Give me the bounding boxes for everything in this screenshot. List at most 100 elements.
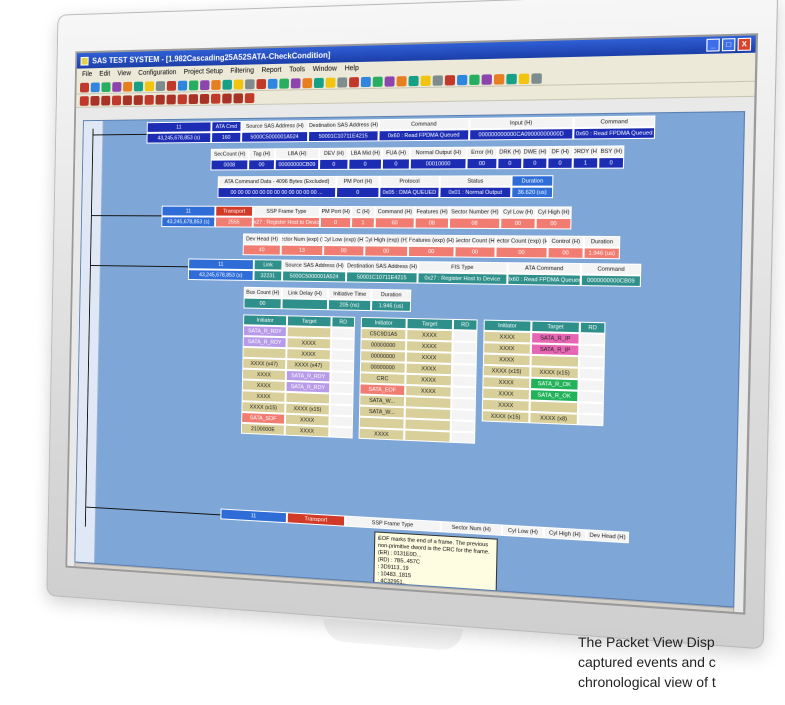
filter-button[interactable] bbox=[79, 95, 89, 106]
cell: Initiative Time bbox=[328, 288, 372, 300]
packet-view[interactable]: 11 ATA Cmd Source SAS Address (H) Destin… bbox=[74, 111, 746, 608]
toolbar-button[interactable] bbox=[222, 79, 233, 90]
toolbar-button[interactable] bbox=[506, 73, 517, 84]
cell bbox=[451, 397, 476, 410]
filter-button[interactable] bbox=[133, 94, 143, 105]
filter-button[interactable] bbox=[188, 93, 199, 104]
cell: Source SAS Address (H) bbox=[241, 120, 309, 132]
filter-button[interactable] bbox=[90, 95, 100, 106]
cell: 5000C5000001A524 bbox=[241, 131, 309, 143]
toolbar-button[interactable] bbox=[290, 77, 301, 88]
cell: Bus Count (H) bbox=[243, 286, 282, 299]
toolbar-button[interactable] bbox=[420, 75, 431, 86]
menu-project-setup[interactable]: Project Setup bbox=[184, 68, 223, 76]
cell: Source SAS Address (H) bbox=[282, 259, 347, 272]
menu-tools[interactable]: Tools bbox=[289, 66, 305, 73]
cell: RD bbox=[331, 316, 356, 328]
toolbar-button[interactable] bbox=[481, 73, 493, 85]
toolbar-button[interactable] bbox=[432, 74, 443, 86]
toolbar-button[interactable] bbox=[313, 77, 324, 88]
cell: 00010000 bbox=[409, 158, 467, 170]
cell bbox=[329, 426, 353, 439]
packet-row-register-values[interactable]: 40 13 00 00 00 00 00 00 1.946 (us) bbox=[242, 244, 621, 260]
filter-button[interactable] bbox=[111, 95, 122, 105]
cell: PM Port (H) bbox=[320, 205, 352, 218]
filter-button[interactable] bbox=[101, 95, 111, 106]
toolbar-button[interactable] bbox=[360, 76, 371, 87]
toolbar-button[interactable] bbox=[79, 82, 90, 92]
cell bbox=[330, 360, 355, 373]
toolbar-button[interactable] bbox=[408, 75, 419, 86]
toolbar-button[interactable] bbox=[349, 76, 360, 87]
packet-row-fields-values[interactable]: 0008 00 00000000CB09 0 0 0 00010000 00 0 0 0 1 0 bbox=[210, 157, 625, 171]
arrow-line bbox=[92, 133, 147, 136]
toolbar-button[interactable] bbox=[123, 81, 133, 92]
filter-button[interactable] bbox=[177, 93, 187, 104]
toolbar-button[interactable] bbox=[325, 77, 336, 88]
toolbar-button[interactable] bbox=[256, 78, 267, 89]
caption-line: captured events and c bbox=[578, 654, 716, 670]
filter-button[interactable] bbox=[144, 94, 154, 105]
filter-button[interactable] bbox=[166, 94, 176, 104]
toolbar-button[interactable] bbox=[337, 76, 348, 88]
packet-row-transport-values[interactable]: 43,245,678,853 (s) 2555 0x27 : Register Ho… bbox=[161, 216, 572, 230]
cell bbox=[451, 386, 477, 399]
toolbar-button[interactable] bbox=[155, 80, 166, 91]
toolbar-button[interactable] bbox=[469, 74, 480, 85]
cell: Duration bbox=[511, 175, 554, 187]
toolbar-button[interactable] bbox=[177, 80, 188, 91]
toolbar-button[interactable] bbox=[245, 78, 255, 89]
primitive-table[interactable]: Initiator Target RD C5C9D1A5 XXXX 00000000 XXX… bbox=[358, 316, 478, 444]
primitive-table[interactable]: Initiator Target RD SATA_R_RDY SATA_R_RDY XXX… bbox=[240, 314, 356, 439]
toolbar-button[interactable] bbox=[188, 79, 199, 90]
toolbar-button[interactable] bbox=[200, 79, 210, 90]
toolbar-button[interactable] bbox=[384, 75, 395, 87]
menu-window[interactable]: Window bbox=[313, 66, 337, 74]
toolbar-button[interactable] bbox=[518, 73, 530, 84]
close-button[interactable]: X bbox=[737, 37, 752, 51]
toolbar-button[interactable] bbox=[302, 77, 313, 88]
toolbar-button[interactable] bbox=[133, 81, 144, 91]
cell: Sector Number (H) bbox=[449, 206, 501, 218]
toolbar-button[interactable] bbox=[144, 80, 155, 91]
packet-row-data-values[interactable]: 00 00 00 00 00 00 00 00 00 00 00 00 ... … bbox=[217, 186, 554, 199]
menu-help[interactable]: Help bbox=[345, 65, 359, 72]
toolbar-button[interactable] bbox=[456, 74, 468, 85]
filter-button[interactable] bbox=[199, 93, 210, 104]
menu-report[interactable]: Report bbox=[261, 67, 281, 74]
toolbar-button[interactable] bbox=[101, 81, 111, 92]
caption-line: chronological view of t bbox=[578, 674, 716, 690]
toolbar-button[interactable] bbox=[279, 78, 290, 89]
toolbar-button[interactable] bbox=[90, 82, 100, 92]
menu-view[interactable]: View bbox=[117, 70, 131, 77]
cell bbox=[450, 431, 476, 444]
toolbar-button[interactable] bbox=[444, 74, 456, 86]
cell: BSY (H) bbox=[598, 145, 625, 158]
toolbar-button[interactable] bbox=[493, 73, 505, 85]
menu-file[interactable]: File bbox=[82, 71, 92, 78]
toolbar-button[interactable] bbox=[396, 75, 407, 86]
primitive-table[interactable]: Initiator Target RD XXXX SATA_R_IP XXXX SATA_R… bbox=[481, 319, 606, 427]
toolbar-button[interactable] bbox=[166, 80, 177, 91]
toolbar-button[interactable] bbox=[531, 72, 542, 84]
toolbar-button[interactable] bbox=[372, 76, 383, 87]
packet-row-data-header[interactable]: ATA Command Data - 4096 Bytes (Excluded)… bbox=[217, 175, 554, 188]
minimize-button[interactable]: _ bbox=[706, 38, 720, 52]
toolbar-button[interactable] bbox=[267, 78, 278, 89]
menu-edit[interactable]: Edit bbox=[99, 71, 110, 78]
toolbar-button[interactable] bbox=[211, 79, 221, 90]
filter-button[interactable] bbox=[233, 92, 244, 103]
cell: SSP Frame Type bbox=[344, 515, 441, 533]
menu-filtering[interactable]: Filtering bbox=[230, 67, 254, 74]
filter-button[interactable] bbox=[210, 93, 221, 104]
filter-button[interactable] bbox=[122, 94, 133, 105]
toolbar-button[interactable] bbox=[233, 79, 244, 90]
filter-button[interactable] bbox=[244, 92, 255, 103]
filter-button[interactable] bbox=[222, 93, 232, 104]
maximize-button[interactable]: □ bbox=[721, 38, 736, 52]
packet-row-bus-values[interactable]: 00 205 (ns) 1.946 (us) bbox=[243, 297, 412, 312]
menu-configuration[interactable]: Configuration bbox=[138, 69, 176, 77]
filter-button[interactable] bbox=[155, 94, 165, 105]
cell: XXXX bbox=[358, 427, 405, 441]
toolbar-button[interactable] bbox=[112, 81, 122, 92]
